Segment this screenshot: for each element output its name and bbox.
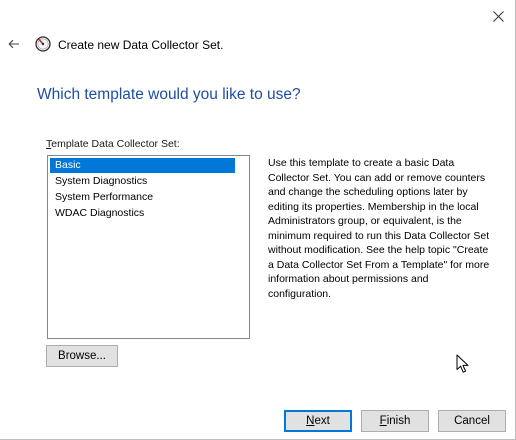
- page-heading: Which template would you like to use?: [37, 86, 301, 103]
- finish-button-label: inish: [386, 415, 411, 427]
- window-title: Create new Data Collector Set.: [58, 38, 224, 52]
- data-collector-gauge-icon: [35, 36, 51, 52]
- finish-button-mnemonic: F: [379, 415, 387, 427]
- template-list-label: Template Data Collector Set:: [46, 138, 180, 150]
- template-list-label-text: emplate Data Collector Set:: [51, 138, 180, 150]
- browse-button[interactable]: Browse...: [46, 345, 118, 367]
- close-button[interactable]: [484, 4, 512, 28]
- next-button[interactable]: Next: [284, 410, 352, 432]
- template-listbox[interactable]: Basic System Diagnostics System Performa…: [47, 155, 250, 339]
- next-button-label: ext: [314, 415, 330, 427]
- back-button[interactable]: [6, 36, 22, 52]
- template-description: Use this template to create a basic Data…: [268, 157, 490, 300]
- template-item-system-diagnostics[interactable]: System Diagnostics: [50, 174, 247, 189]
- template-item-basic[interactable]: Basic: [50, 158, 235, 173]
- wizard-window: Create new Data Collector Set. Which tem…: [0, 0, 516, 440]
- cancel-button[interactable]: Cancel: [438, 410, 506, 432]
- template-item-system-performance[interactable]: System Performance: [50, 190, 247, 205]
- mouse-pointer-icon: [456, 354, 469, 373]
- finish-button[interactable]: Finish: [361, 410, 429, 432]
- next-button-mnemonic: N: [306, 415, 315, 427]
- template-item-wdac-diagnostics[interactable]: WDAC Diagnostics: [50, 206, 247, 221]
- close-icon: [492, 10, 504, 22]
- back-arrow-icon: [8, 39, 19, 49]
